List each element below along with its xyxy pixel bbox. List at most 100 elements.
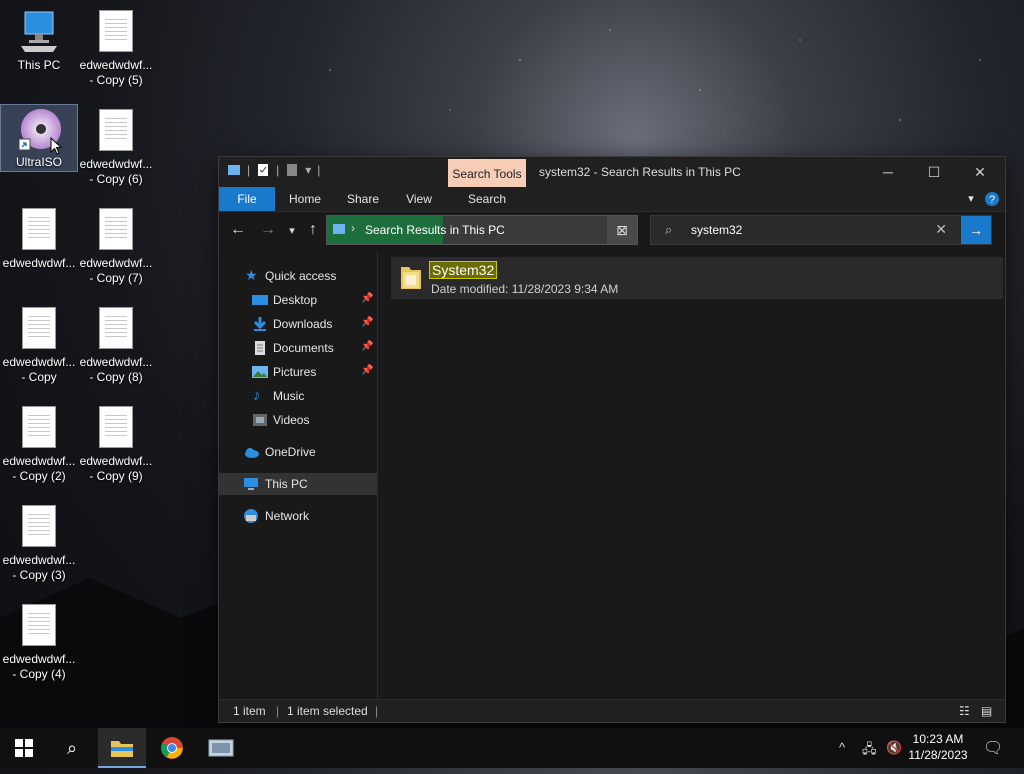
close-search-icon[interactable]: ⊠ bbox=[607, 216, 637, 244]
address-bar[interactable]: › Search Results in This PC ⊠ bbox=[326, 215, 638, 245]
maximize-icon[interactable]: ☐ bbox=[911, 157, 957, 187]
desktop-icon-file[interactable]: edwedwdwf... - Copy bbox=[1, 305, 77, 385]
sidebar-item-videos[interactable]: Videos bbox=[219, 409, 377, 431]
sidebar-item-downloads[interactable]: Downloads 📌 bbox=[219, 313, 377, 335]
sidebar-item-label: OneDrive bbox=[265, 445, 316, 459]
sidebar-item-desktop[interactable]: Desktop 📌 bbox=[219, 289, 377, 311]
item-name[interactable]: System32 bbox=[428, 261, 498, 279]
sidebar-item-label: Desktop bbox=[273, 293, 318, 307]
clear-search-icon[interactable]: ✕ bbox=[935, 221, 947, 238]
tab-file[interactable]: File bbox=[219, 187, 275, 211]
desktop-icon bbox=[252, 295, 268, 305]
list-item[interactable]: System32 Date modified: 11/28/2023 9:34 … bbox=[391, 257, 1003, 299]
desktop-icon-file[interactable]: edwedwdwf... - Copy (4) bbox=[1, 602, 77, 682]
search-tools-tab[interactable]: Search Tools bbox=[448, 159, 526, 187]
file-list: System32 Date modified: 11/28/2023 9:34 … bbox=[378, 251, 1005, 699]
computer-icon bbox=[19, 10, 59, 54]
sidebar-item-label: Network bbox=[265, 509, 310, 523]
toolbar-separator: | bbox=[247, 163, 251, 177]
cloud-icon bbox=[245, 448, 259, 458]
pin-icon[interactable]: 📌 bbox=[361, 365, 373, 376]
details-view-icon[interactable]: ☷ bbox=[959, 704, 970, 718]
sidebar-item-label: Music bbox=[273, 389, 305, 403]
sidebar-item-documents[interactable]: Documents 📌 bbox=[219, 337, 377, 359]
desktop-icon-file[interactable]: edwedwdwf... - Copy (5) bbox=[78, 8, 154, 88]
desktop-icon-label: edwedwdwf... - Copy (5) bbox=[79, 58, 153, 87]
document-icon bbox=[19, 307, 59, 351]
windows-logo-icon bbox=[15, 739, 33, 757]
recent-locations-chevron-icon[interactable]: ▾ bbox=[282, 224, 302, 237]
network-status-icon[interactable]: 🖧 bbox=[862, 740, 877, 762]
tab-share[interactable]: Share bbox=[341, 187, 385, 211]
desktop-icon-file[interactable]: edwedwdwf... - Copy (3) bbox=[1, 503, 77, 583]
sidebar-item-label: Quick access bbox=[265, 269, 337, 283]
volume-muted-icon[interactable]: 🔇 bbox=[886, 740, 902, 756]
document-icon bbox=[19, 406, 59, 450]
file-explorer-taskbar-icon[interactable] bbox=[98, 728, 146, 768]
sidebar-item-onedrive[interactable]: OneDrive bbox=[219, 441, 377, 463]
svg-text:?: ? bbox=[989, 194, 995, 206]
search-icon[interactable]: ⌕ bbox=[48, 728, 96, 768]
tab-home[interactable]: Home bbox=[283, 187, 327, 211]
forward-arrow-icon[interactable]: → bbox=[258, 221, 278, 239]
desktop-icon-file[interactable]: edwedwdwf... - Copy (2) bbox=[1, 404, 77, 484]
customize-toolbar-chevron-icon[interactable]: ▾ bbox=[305, 163, 311, 177]
pin-icon[interactable]: 📌 bbox=[361, 293, 373, 304]
sidebar-item-label: Documents bbox=[273, 341, 334, 355]
show-hidden-icons-chevron-icon[interactable]: ^ bbox=[839, 740, 845, 755]
desktop-icon-file[interactable]: edwedwdwf... - Copy (7) bbox=[78, 206, 154, 286]
large-icons-view-icon[interactable]: ▤ bbox=[981, 704, 992, 718]
tab-search[interactable]: Search bbox=[463, 187, 511, 211]
sidebar-item-pictures[interactable]: Pictures 📌 bbox=[219, 361, 377, 383]
help-icon[interactable]: ? bbox=[983, 187, 1001, 211]
pin-icon[interactable]: 📌 bbox=[361, 341, 373, 352]
close-icon[interactable]: ✕ bbox=[957, 157, 1003, 187]
start-button[interactable] bbox=[0, 728, 48, 768]
desktop-icon-file[interactable]: edwedwdwf... bbox=[1, 206, 77, 271]
document-icon bbox=[96, 307, 136, 351]
up-arrow-icon[interactable]: ↑ bbox=[303, 221, 323, 239]
notifications-icon[interactable]: 🗨 bbox=[983, 738, 1003, 758]
desktop-icon-label: edwedwdwf... - Copy (3) bbox=[2, 553, 76, 582]
expand-ribbon-chevron-icon[interactable]: ▾ bbox=[963, 187, 979, 211]
quick-access-toolbar: | | ▾ | bbox=[227, 163, 320, 177]
back-arrow-icon[interactable]: ← bbox=[228, 221, 248, 239]
properties-icon[interactable] bbox=[256, 163, 270, 177]
search-results-icon bbox=[333, 224, 345, 234]
new-folder-icon[interactable] bbox=[285, 163, 299, 177]
sidebar-item-this-pc[interactable]: This PC bbox=[219, 473, 377, 495]
search-box[interactable]: ⌕ system32 ✕ → bbox=[650, 215, 992, 245]
item-date-modified: Date modified: 11/28/2023 9:34 AM bbox=[431, 282, 618, 296]
computer-icon bbox=[244, 478, 258, 490]
music-icon: ♪ bbox=[253, 387, 261, 404]
app-taskbar-icon[interactable] bbox=[197, 728, 245, 768]
desktop-icon-file[interactable]: edwedwdwf... - Copy (6) bbox=[78, 107, 154, 187]
desktop-icon-file[interactable]: edwedwdwf... - Copy (8) bbox=[78, 305, 154, 385]
navigation-bar: ← → ▾ ↑ › Search Results in This PC ⊠ ⌕ … bbox=[219, 212, 1005, 250]
clock[interactable]: 10:23 AM 11/28/2023 bbox=[905, 731, 971, 763]
desktop-icon-label: edwedwdwf... bbox=[2, 256, 76, 270]
toolbar-separator: | bbox=[276, 163, 280, 177]
pin-icon[interactable]: 📌 bbox=[361, 317, 373, 328]
minimize-icon[interactable]: ─ bbox=[865, 157, 911, 187]
toolbar-separator: | bbox=[317, 163, 321, 177]
tab-view[interactable]: View bbox=[399, 187, 439, 211]
document-icon bbox=[19, 604, 59, 648]
date-value: 11/28/2023 9:34 AM bbox=[511, 282, 619, 296]
desktop-icon-this-pc[interactable]: This PC bbox=[1, 8, 77, 73]
chrome-icon[interactable] bbox=[148, 728, 196, 768]
desktop-icon-file[interactable]: edwedwdwf... - Copy (9) bbox=[78, 404, 154, 484]
status-separator: | bbox=[276, 704, 280, 718]
search-input[interactable]: system32 bbox=[691, 223, 742, 237]
sidebar-item-network[interactable]: Network bbox=[219, 505, 377, 527]
taskbar: ⌕ ^ 🖧 🔇 10:23 AM 11/28/2023 🗨 bbox=[0, 728, 1024, 768]
sidebar-item-label: Videos bbox=[273, 413, 310, 427]
sidebar-item-quick-access[interactable]: ★ Quick access bbox=[219, 265, 377, 287]
desktop-icon-label: edwedwdwf... - Copy (4) bbox=[2, 652, 76, 681]
explorer-icon bbox=[228, 165, 240, 175]
desktop-icon-label: edwedwdwf... - Copy (2) bbox=[2, 454, 76, 483]
sidebar-item-music[interactable]: ♪ Music bbox=[219, 385, 377, 407]
desktop-icon-ultraiso[interactable]: UltraISO bbox=[0, 104, 78, 172]
breadcrumb-chevron-icon[interactable]: › bbox=[351, 221, 355, 235]
search-go-arrow-icon[interactable]: → bbox=[961, 216, 991, 244]
